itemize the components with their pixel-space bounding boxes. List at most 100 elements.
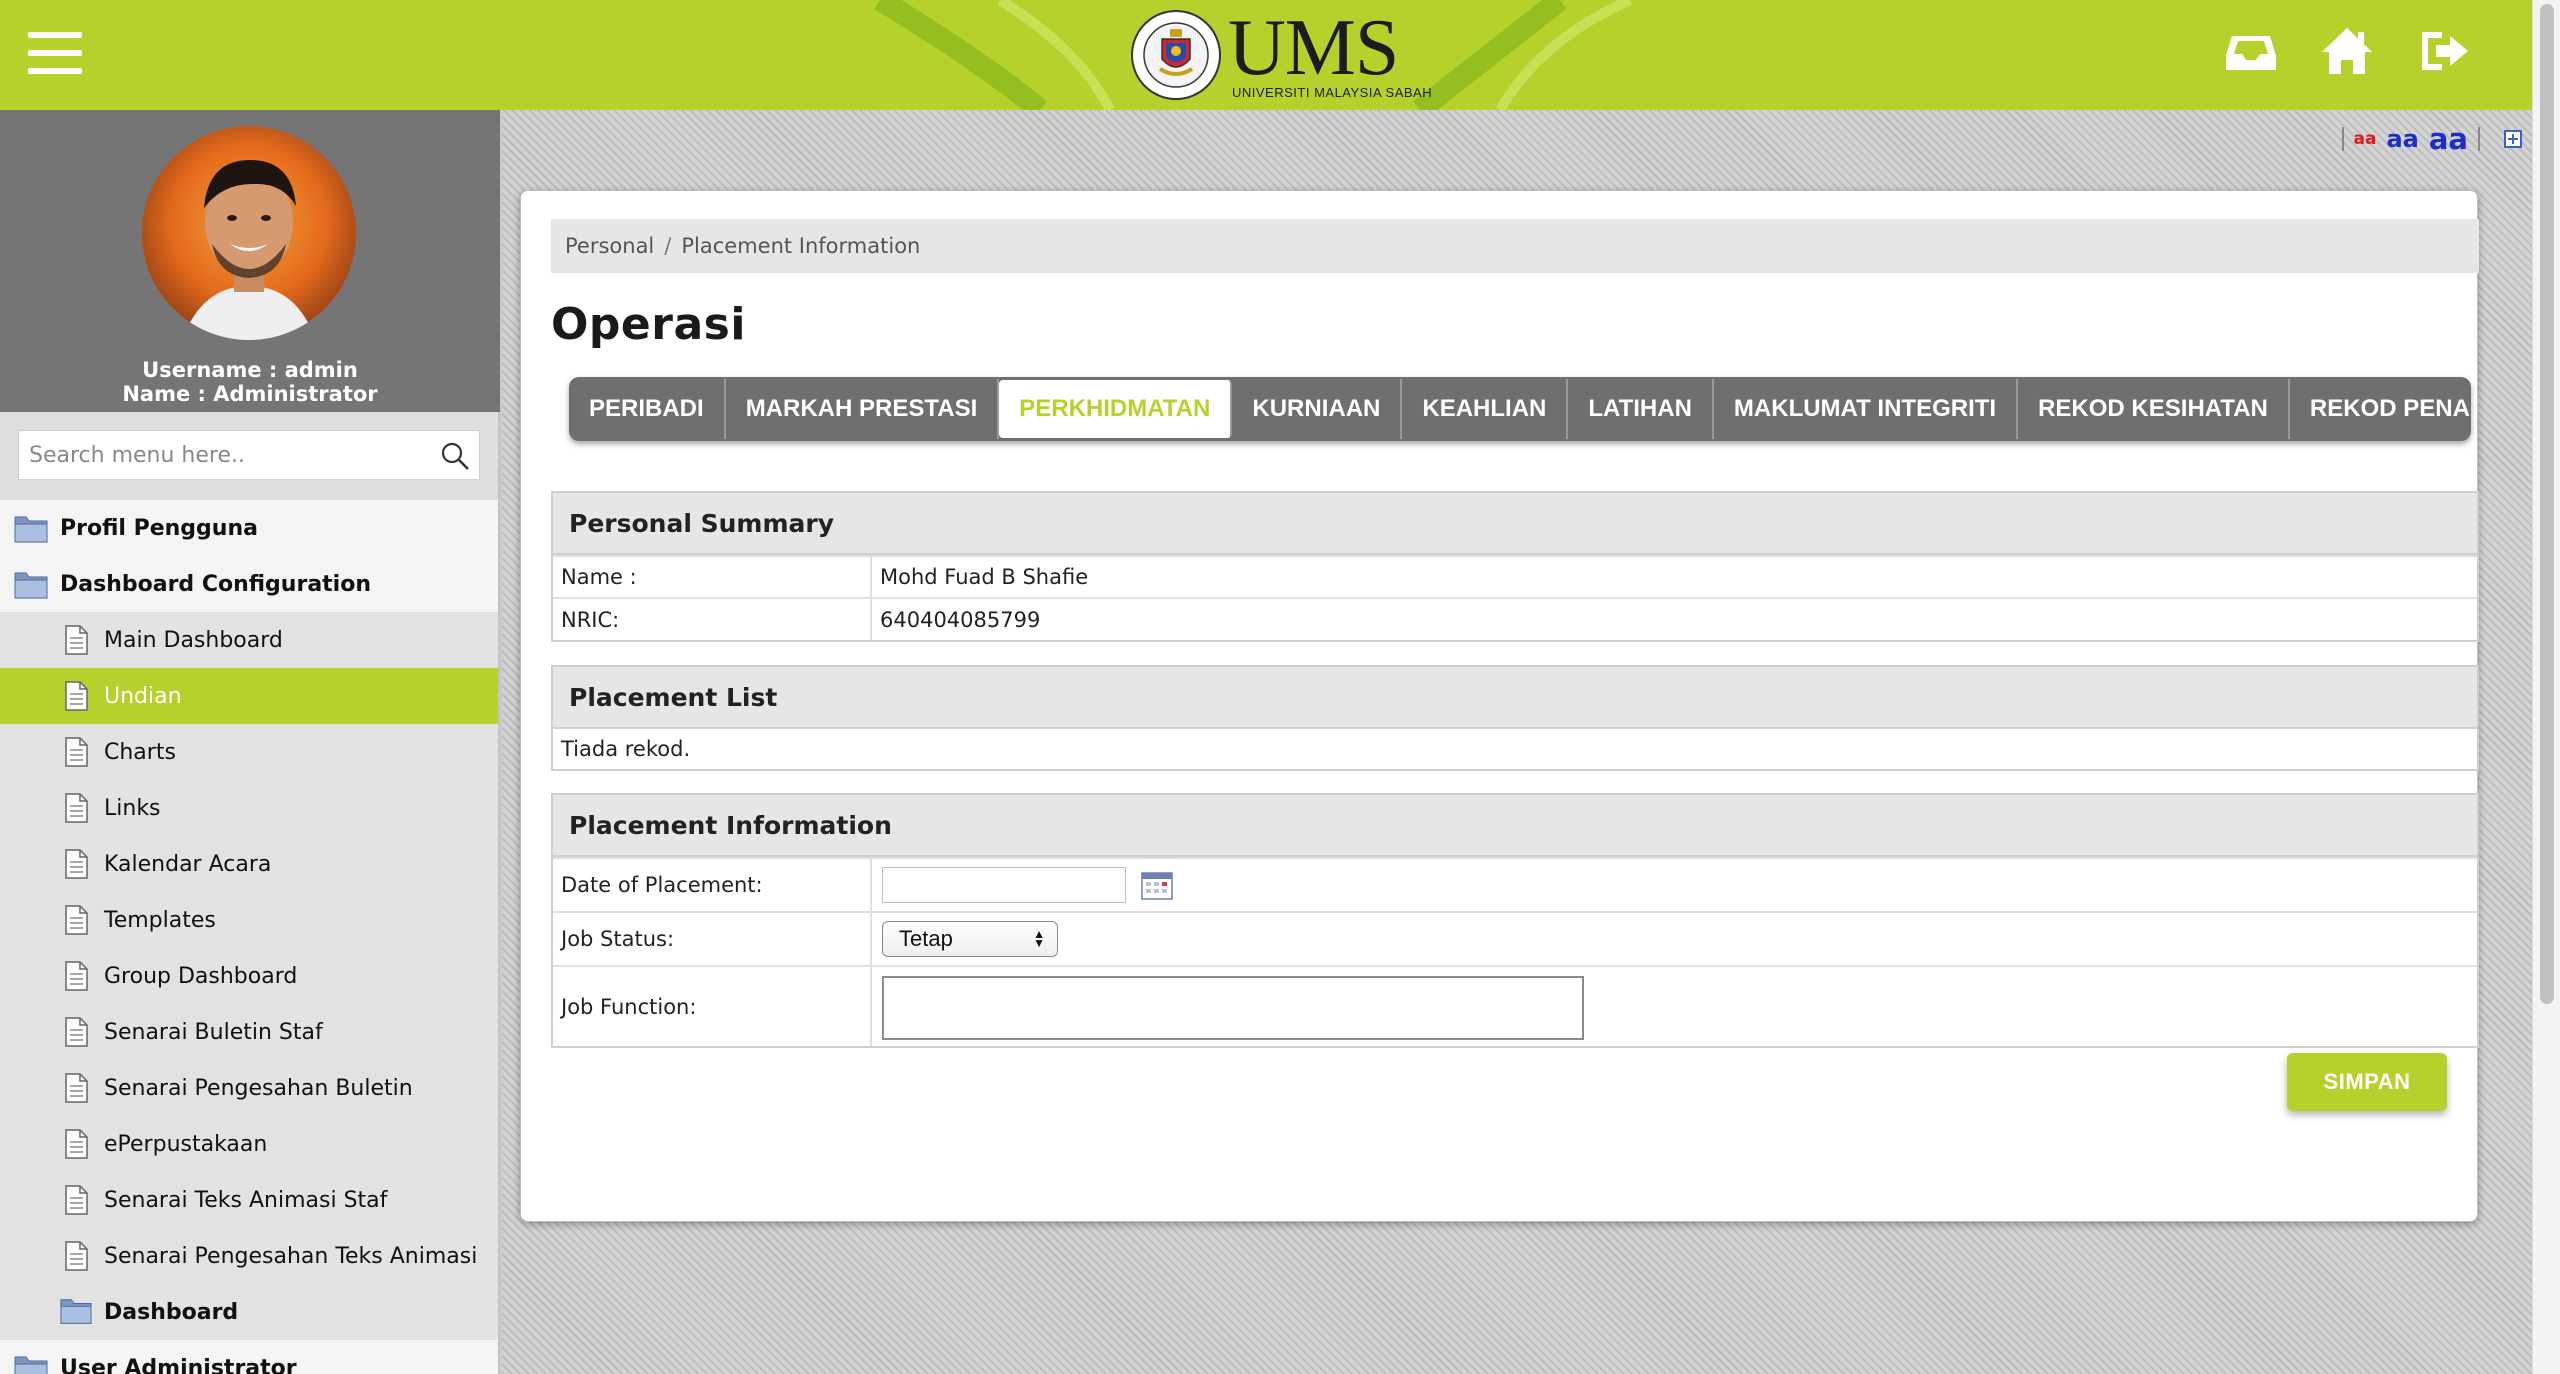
document-icon <box>60 1184 92 1216</box>
folder-icon <box>14 513 48 543</box>
nric-label: NRIC: <box>553 597 872 640</box>
font-size-large[interactable]: aa <box>2429 122 2468 156</box>
sidebar-item[interactable]: Profil Pengguna <box>0 500 498 556</box>
sidebar-item-label: Senarai Teks Animasi Staf <box>104 1187 388 1213</box>
sidebar-item[interactable]: Senarai Pengesahan Buletin <box>0 1060 498 1116</box>
document-icon <box>60 960 92 992</box>
job-status-label: Job Status: <box>553 911 872 966</box>
sidebar-item[interactable]: Templates <box>0 892 498 948</box>
home-icon[interactable] <box>2318 22 2376 80</box>
sidebar-item[interactable]: Dashboard <box>0 1284 498 1340</box>
placement-info-section: Placement Information Date of Placement: <box>551 793 2479 1048</box>
content-card: Personal / Placement Information Operasi… <box>520 190 2479 1222</box>
font-size-medium[interactable]: aa <box>2386 125 2418 153</box>
sidebar-item-label: Senarai Pengesahan Teks Animasi <box>104 1243 478 1269</box>
sidebar-item[interactable]: Undian <box>0 668 498 724</box>
sidebar-item-label: Templates <box>104 907 216 933</box>
sidebar-item[interactable]: ePerpustakaan <box>0 1116 498 1172</box>
university-seal-icon <box>1131 10 1221 100</box>
tab[interactable]: REKOD PENAMA <box>2290 379 2471 439</box>
document-icon <box>60 1240 92 1272</box>
search-icon[interactable] <box>439 440 471 472</box>
tab[interactable]: MARKAH PRESTASI <box>726 379 1000 439</box>
date-of-placement-label: Date of Placement: <box>553 857 872 912</box>
sidebar-item[interactable]: Senarai Buletin Staf <box>0 1004 498 1060</box>
tab[interactable]: KEAHLIAN <box>1402 379 1569 439</box>
tab[interactable]: LATIHAN <box>1568 379 1714 439</box>
tab[interactable]: MAKLUMAT INTEGRITI <box>1714 379 2019 439</box>
sidebar-item[interactable]: Senarai Pengesahan Teks Animasi <box>0 1228 498 1284</box>
sidebar-item-label: Main Dashboard <box>104 627 283 653</box>
date-of-placement-input[interactable] <box>882 867 1126 903</box>
document-icon <box>60 792 92 824</box>
logout-icon[interactable] <box>2414 22 2472 80</box>
document-icon <box>60 1128 92 1160</box>
job-function-label: Job Function: <box>553 965 872 1046</box>
tab[interactable]: KURNIAAN <box>1232 379 1403 439</box>
job-function-textarea[interactable] <box>882 975 1584 1040</box>
name-label: Name : <box>553 555 872 598</box>
sidebar-item[interactable]: Group Dashboard <box>0 948 498 1004</box>
sidebar-item-label: Senarai Pengesahan Buletin <box>104 1075 413 1101</box>
document-icon <box>60 1016 92 1048</box>
sidebar-item[interactable]: Main Dashboard <box>0 612 498 668</box>
name-value: Mohd Fuad B Shafie <box>871 555 2477 598</box>
username-text: Username : admin <box>142 358 358 382</box>
sidebar-item-label: Links <box>104 795 161 821</box>
logo-wordmark: UMS <box>1228 3 1399 92</box>
font-size-controls: aa aa aa <box>2341 122 2522 156</box>
user-profile-panel: Username : admin Name : Administrator <box>0 110 500 412</box>
inbox-icon[interactable] <box>2222 22 2280 80</box>
ums-logo: UMS UNIVERSITI MALAYSIA SABAH <box>1130 6 1432 104</box>
divider <box>2478 127 2480 151</box>
sidebar-item-label: Group Dashboard <box>104 963 298 989</box>
sidebar-item[interactable]: Dashboard Configuration <box>0 556 498 612</box>
document-icon <box>60 904 92 936</box>
sidebar-item[interactable]: Links <box>0 780 498 836</box>
sidebar-item-label: Kalendar Acara <box>104 851 272 877</box>
sidebar-item[interactable]: Charts <box>0 724 498 780</box>
divider <box>2341 127 2344 151</box>
empty-state-text: Tiada rekod. <box>561 737 691 761</box>
section-title: Placement Information <box>553 795 2477 857</box>
calendar-icon[interactable] <box>1140 870 1173 900</box>
nric-value: 640404085799 <box>871 597 2477 640</box>
expand-plus-icon[interactable] <box>2504 130 2522 148</box>
sidebar-item[interactable]: Kalendar Acara <box>0 836 498 892</box>
user-fullname-text: Name : Administrator <box>122 382 378 406</box>
menu-icon[interactable] <box>28 32 82 74</box>
tab[interactable]: REKOD KESIHATAN <box>2018 379 2290 439</box>
placement-list-section: Placement List Tiada rekod. <box>551 665 2479 771</box>
breadcrumb-item-placement: Placement Information <box>681 234 921 258</box>
sidebar-search <box>0 412 498 500</box>
font-size-small[interactable]: aa <box>2354 129 2377 149</box>
page-scrollbar[interactable] <box>2532 0 2560 1374</box>
sidebar-item-label: ePerpustakaan <box>104 1131 268 1157</box>
search-input[interactable] <box>19 431 479 479</box>
sidebar: Username : admin Name : Administrator Pr… <box>0 110 500 1374</box>
scrollbar-thumb[interactable] <box>2540 4 2554 1004</box>
folder-icon <box>14 1353 48 1374</box>
job-status-selected-value: Tetap <box>899 926 953 951</box>
folder-icon <box>14 569 48 599</box>
main-area: aa aa aa Personal / Placement Informatio… <box>502 110 2532 1374</box>
sidebar-item[interactable]: User Administrator <box>0 1340 498 1374</box>
section-title: Personal Summary <box>553 493 2477 555</box>
sidebar-item-label: Charts <box>104 739 176 765</box>
top-header-bar: UMS UNIVERSITI MALAYSIA SABAH <box>0 0 2532 110</box>
avatar <box>142 126 356 340</box>
save-button[interactable]: SIMPAN <box>2287 1053 2447 1111</box>
document-icon <box>60 848 92 880</box>
sidebar-item-label: Dashboard <box>104 1299 239 1325</box>
section-title: Placement List <box>553 667 2477 729</box>
document-icon <box>60 624 92 656</box>
sidebar-item-label: User Administrator <box>60 1355 297 1374</box>
sidebar-item-label: Profil Pengguna <box>60 515 258 541</box>
breadcrumb-item-personal[interactable]: Personal <box>565 234 654 258</box>
tab-bar: PERIBADI MARKAH PRESTASI PERKHIDMATAN KURNI… <box>569 377 2471 441</box>
job-status-select[interactable]: Tetap ▲ ▼ <box>882 921 1058 957</box>
sidebar-item[interactable]: Senarai Teks Animasi Staf <box>0 1172 498 1228</box>
tab[interactable]: PERKHIDMATAN <box>999 380 1233 438</box>
sidebar-item-label: Undian <box>104 683 182 709</box>
tab[interactable]: PERIBADI <box>569 379 726 439</box>
